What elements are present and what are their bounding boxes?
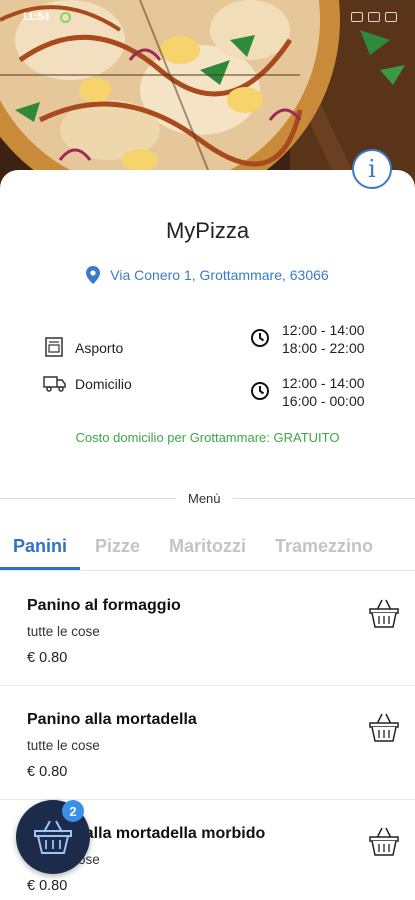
service-row-domicilio: Domicilio 12:00 - 14:00 16:00 - 00:00 [0,372,415,412]
category-tabs: Panini Pizze Maritozzi Tramezzino [0,530,415,572]
location-pin-icon [86,266,101,284]
hours-line: 18:00 - 22:00 [282,340,365,356]
battery-icon [385,12,397,22]
tab-tramezzino[interactable]: Tramezzino [275,536,373,557]
restaurant-name: MyPizza [165,218,250,243]
hours-line: 16:00 - 00:00 [282,393,365,409]
active-tab-indicator [0,567,80,570]
tab-panini[interactable]: Panini [13,536,67,557]
wifi-icon [368,12,380,22]
info-button[interactable]: i [352,149,392,189]
item-description: tutte le cose [27,624,100,639]
service-label: Domicilio [75,376,132,392]
add-to-basket-icon[interactable] [367,596,401,630]
menu-divider-label: Menù [176,491,233,506]
service-hours: 12:00 - 14:00 18:00 - 22:00 [282,321,365,357]
delivery-cost-text: Costo domicilio per Grottammare: GRATUIT… [75,430,340,445]
delivery-truck-icon [43,376,66,392]
signal-icon [351,12,363,22]
add-to-basket-icon[interactable] [367,824,401,858]
clock-icon [251,382,269,400]
item-price: € 0.80 [27,650,68,666]
status-icons [351,12,397,22]
menu-item[interactable]: Panino alla mortadella tutte le cose € 0… [0,686,415,800]
service-row-asporto: Asporto 12:00 - 14:00 18:00 - 22:00 [0,322,415,370]
takeaway-bag-icon [45,337,63,357]
menu-item[interactable]: Panino al formaggio tutte le cose € 0.80 [0,572,415,686]
item-name: Panino al formaggio [27,597,181,614]
service-label: Asporto [75,340,124,356]
hours-line: 12:00 - 14:00 [282,375,365,391]
cart-count-badge: 2 [62,800,84,822]
info-icon: i [368,155,376,183]
tab-pizze[interactable]: Pizze [95,536,140,557]
item-description: tutte le cose [27,738,100,753]
item-price: € 0.80 [27,878,68,894]
hours-line: 12:00 - 14:00 [282,322,365,338]
add-to-basket-icon[interactable] [367,710,401,744]
address-text: Via Conero 1, Grottammare, 63066 [110,267,329,283]
notification-dot-icon [60,12,71,23]
item-price: € 0.80 [27,764,68,780]
basket-icon [34,820,72,854]
tabs-baseline [0,570,415,571]
clock-icon [251,329,269,347]
restaurant-address[interactable]: Via Conero 1, Grottammare, 63066 [0,266,415,284]
item-name: Panino alla mortadella [27,711,197,728]
status-time: 11:54 [22,11,50,23]
service-hours: 12:00 - 14:00 16:00 - 00:00 [282,374,365,410]
status-bar: 11:54 [0,0,415,34]
tab-maritozzi[interactable]: Maritozzi [169,536,246,557]
